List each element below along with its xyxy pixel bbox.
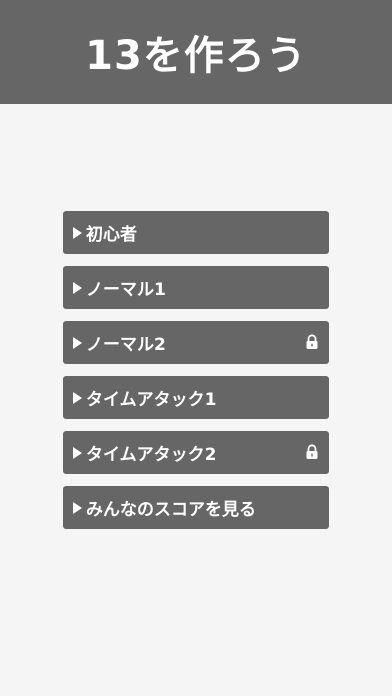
menu-button-beginner[interactable]: 初心者 [63,211,329,254]
menu-button-normal-1[interactable]: ノーマル1 [63,266,329,309]
menu-button-label: みんなのスコアを見る [86,500,256,520]
main-menu: 初心者 ノーマル1 ノーマル2 タイムアタック1 タイムアタック2 みんなのスコ… [63,211,329,541]
menu-button-everyone-scores[interactable]: みんなのスコアを見る [63,486,329,529]
play-arrow-icon [73,501,82,514]
play-arrow-icon [73,446,82,459]
lock-icon [306,334,318,349]
menu-button-time-attack-1[interactable]: タイムアタック1 [63,376,329,419]
menu-button-label: ノーマル2 [86,335,166,355]
play-arrow-icon [73,281,82,294]
menu-button-label: ノーマル1 [86,280,166,300]
menu-button-label: タイムアタック2 [86,445,217,465]
play-arrow-icon [73,226,82,239]
play-arrow-icon [73,336,82,349]
menu-button-label: 初心者 [86,225,137,245]
menu-button-label: タイムアタック1 [86,390,217,410]
app-header: 13を作ろう [0,0,392,104]
page-title: 13を作ろう [85,33,307,79]
play-arrow-icon [73,391,82,404]
menu-button-time-attack-2[interactable]: タイムアタック2 [63,431,329,474]
lock-icon [306,444,318,459]
menu-button-normal-2[interactable]: ノーマル2 [63,321,329,364]
